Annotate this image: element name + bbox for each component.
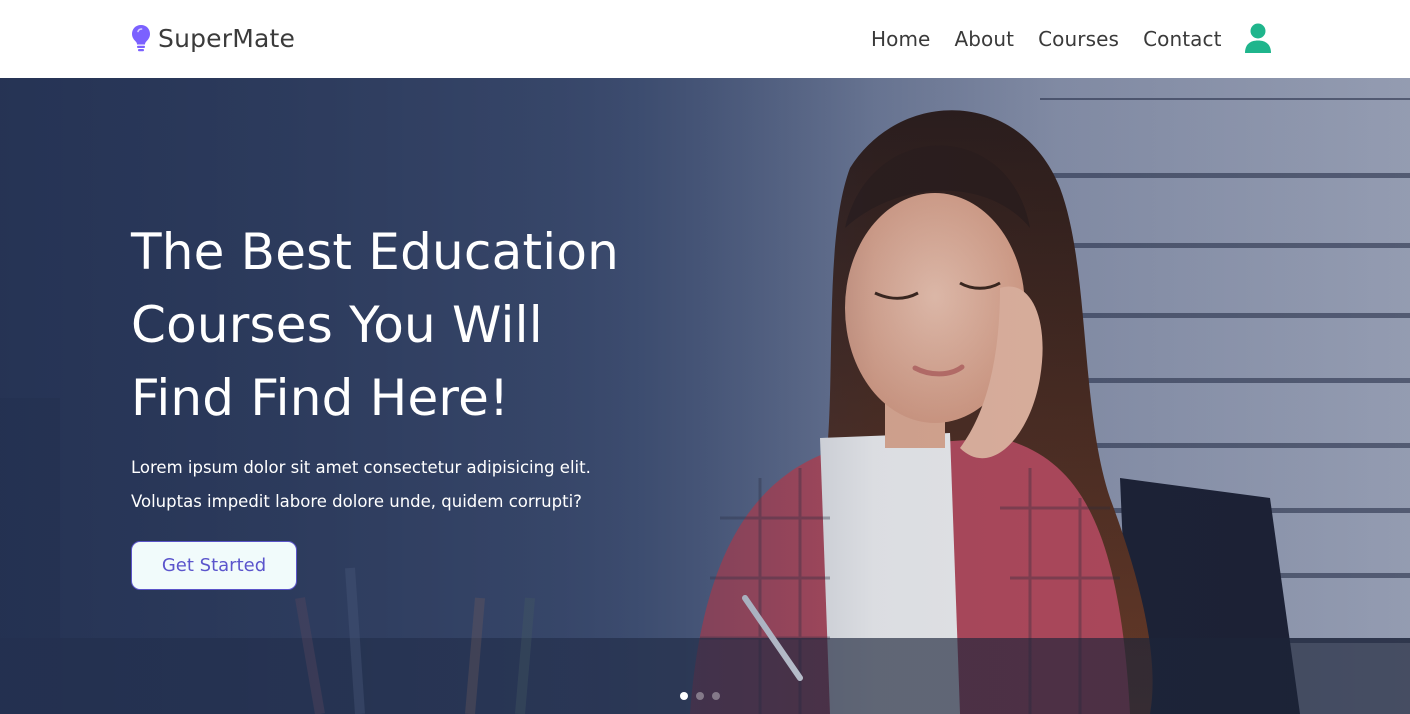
- brand-name: SuperMate: [158, 23, 296, 53]
- main-nav: Home About Courses Contact: [871, 24, 1222, 54]
- carousel-dot-2[interactable]: [696, 692, 704, 700]
- hero-section: The Best Education Courses You Will Find…: [0, 78, 1410, 714]
- brand-logo[interactable]: SuperMate: [131, 22, 295, 54]
- nav-about[interactable]: About: [954, 24, 1014, 54]
- carousel-dots: [680, 692, 728, 700]
- site-header: SuperMate Home About Courses Contact: [0, 0, 1410, 78]
- carousel-dot-1[interactable]: [680, 692, 688, 700]
- hero-title-line: Find Find Here!: [131, 369, 510, 427]
- carousel-dot-3[interactable]: [712, 692, 720, 700]
- user-icon[interactable]: [1243, 22, 1273, 54]
- nav-contact[interactable]: Contact: [1143, 24, 1222, 54]
- nav-home[interactable]: Home: [871, 24, 930, 54]
- hero-title-line: The Best Education: [131, 223, 620, 281]
- lightbulb-icon: [132, 25, 150, 52]
- hero-content: The Best Education Courses You Will Find…: [131, 216, 651, 590]
- hero-title-line: Courses You Will: [131, 296, 543, 354]
- hero-description: Lorem ipsum dolor sit amet consectetur a…: [131, 458, 591, 511]
- nav-courses[interactable]: Courses: [1038, 24, 1119, 54]
- get-started-button[interactable]: Get Started: [131, 541, 297, 590]
- hero-title: The Best Education Courses You Will Find…: [131, 216, 651, 435]
